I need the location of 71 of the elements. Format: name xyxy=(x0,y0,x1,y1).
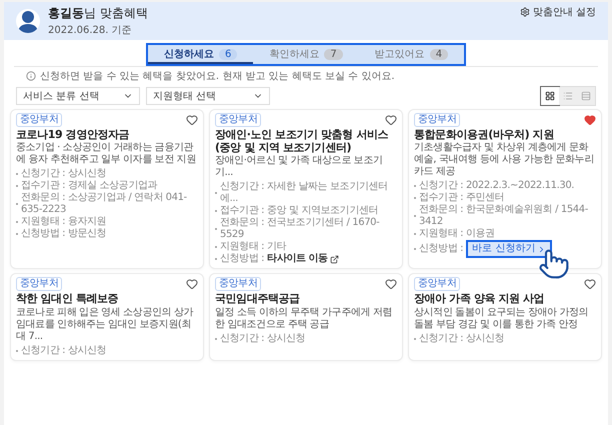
view-toggle-button[interactable] xyxy=(559,87,577,105)
heart-icon xyxy=(584,114,596,126)
card-title: 장애아 가족 양육 지원 사업 xyxy=(414,292,546,306)
like-button[interactable] xyxy=(385,278,397,290)
heart-icon xyxy=(584,278,596,290)
card-title: 통합문화이용권(바우처) 지원 xyxy=(414,128,555,142)
detail-text: 전화문의 : 전국보조기기센터 / 1670-5529 xyxy=(220,217,380,242)
avatar-icon xyxy=(16,9,40,33)
detail-text: 접수기관 : 중앙 및 지역보조기기센터 xyxy=(220,205,378,218)
info-icon xyxy=(26,71,36,81)
page-title: 홍길동님 맞춤혜택 xyxy=(48,5,149,22)
detail-text: 전화문의 : 소상공기업과 / 연락처 041-635-2223 xyxy=(21,192,188,216)
settings-icon xyxy=(520,7,530,17)
heart-icon xyxy=(186,278,198,290)
filter-dropdown[interactable]: 지원형태 선택 xyxy=(146,87,270,105)
like-button[interactable] xyxy=(186,278,198,290)
category-tag: 중앙부처 xyxy=(16,113,62,127)
card-title: 장애인·노인 보조기기 맞춤형 서비스 (중앙 및 지역 보조기기센터) xyxy=(215,128,390,154)
grid-icon xyxy=(545,91,555,101)
heart-icon xyxy=(385,278,397,290)
like-button[interactable] xyxy=(584,114,596,126)
detail-text: 신청기간 : 자세한 날짜는 보조기기센터에... xyxy=(220,181,389,206)
detail-text: 지원형태 : 기타 xyxy=(220,241,286,253)
detail-text: 신청방법 : 방문신청 xyxy=(21,228,106,240)
list-icon xyxy=(581,91,591,101)
like-button[interactable] xyxy=(584,278,596,290)
detail-text: 지원형태 : 융자지원 xyxy=(21,216,106,228)
view-toggle-button[interactable] xyxy=(577,87,595,105)
count-badge: 7 xyxy=(324,48,343,60)
detail-text: 지원형태 : 이용권 xyxy=(419,228,495,240)
heart-icon xyxy=(385,114,397,126)
count-badge: 6 xyxy=(218,48,238,60)
category-tag: 중앙부처 xyxy=(414,277,460,292)
category-tag: 중앙부처 xyxy=(16,277,62,292)
count-badge: 4 xyxy=(430,48,448,60)
view-toggle-button[interactable] xyxy=(541,87,559,105)
external-site-link[interactable]: 타사이트 이동 xyxy=(267,253,339,266)
detail-text: 신청기간 : 2022.2.3.~2022.11.30. xyxy=(419,180,574,192)
detail-label: 신청방법 : xyxy=(419,243,464,256)
card-title: 착한 임대인 특례보증 xyxy=(16,292,120,306)
category-tag: 중앙부처 xyxy=(414,113,460,127)
tab[interactable]: 신청하세요 6 xyxy=(148,45,254,64)
external-link-icon xyxy=(330,254,339,264)
info-text: 신청하면 받을 수 있는 혜택을 찾았어요. 현재 받고 있는 혜택도 보실 수 있어요. xyxy=(40,70,395,83)
card-title: 국민임대주택공급 xyxy=(215,292,301,306)
card-description: 중소기업 · 소상공인이 거래하는 금융기관에 융자 추천해주고 일부 이자를 보전 지원 xyxy=(16,142,197,166)
card-description: 일정 소득 이하의 무주택 가구주에게 저렴한 임대조건으로 주택 공급 xyxy=(215,306,394,331)
detail-text: 접수기관 : 주민센터 xyxy=(419,192,504,204)
card-description: 장애인·어르신 및 가족 대상으로 보조기기... xyxy=(215,155,384,180)
list-icon xyxy=(563,91,573,101)
card-title: 코로나19 경영안정자금 xyxy=(16,128,130,142)
detail-text: 신청기간 : 상시신청 xyxy=(419,332,504,345)
tab[interactable]: 확인하세요 7 xyxy=(253,45,359,64)
notification-settings-button[interactable]: 맞춤안내 설정 xyxy=(520,5,596,19)
category-tag: 중앙부처 xyxy=(215,113,262,127)
card-description: 상시적인 돌봄이 요구되는 장애아 가정의 돌봄 부담 경감 및 이를 통한 가족 안정 xyxy=(414,306,590,331)
reference-date: 2022.06.28. 기준 xyxy=(48,24,133,37)
card-description: 기초생활수급자 및 차상위 계층에게 문화예술, 국내여행 등에 사용 가능한 문화누리카드 제공 xyxy=(414,142,595,178)
filter-dropdown[interactable]: 서비스 분류 선택 xyxy=(16,87,140,105)
detail-text: 접수기관 : 경제실 소상공기업과 xyxy=(21,180,158,192)
detail-text: 전화문의 : 한국문화예술위원회 / 1544-3412 xyxy=(419,204,589,228)
detail-text: 신청기간 : 상시신청 xyxy=(220,332,306,345)
detail-text: 신청기간 : 상시신청 xyxy=(21,168,106,180)
card-description: 코로나로 피해 입은 영세 소상공인의 상가 임대료를 인하해주는 임대인 보증지원(최대 7... xyxy=(16,306,194,343)
detail-text: 신청기간 : 상시신청 xyxy=(21,344,106,357)
category-tag: 중앙부처 xyxy=(215,277,262,292)
detail-label: 신청방법 : xyxy=(220,253,264,266)
heart-icon xyxy=(186,114,198,126)
tab[interactable]: 받고있어요 4 xyxy=(358,45,464,64)
like-button[interactable] xyxy=(186,114,198,126)
like-button[interactable] xyxy=(385,114,397,126)
